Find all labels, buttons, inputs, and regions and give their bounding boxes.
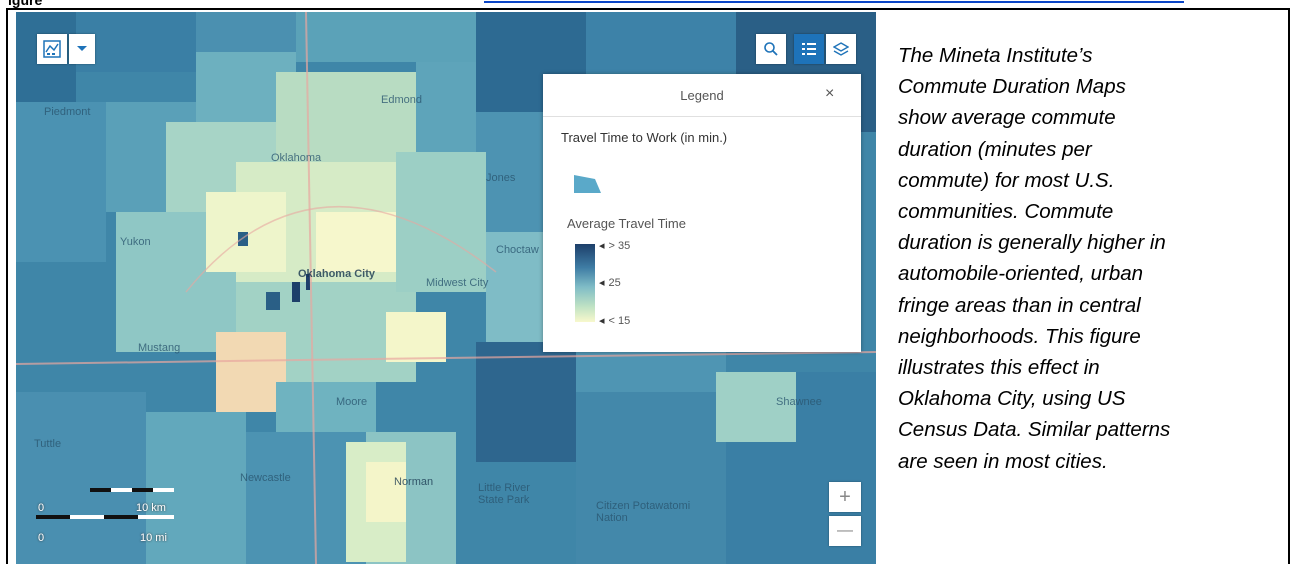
caption-line: automobile-oriented, urban [898,262,1144,286]
figure-heading: igure [8,0,43,8]
search-button[interactable] [756,34,786,64]
caption-line: illustrates this effect in [898,356,1100,380]
legend-stop-mid: 25 [599,276,621,289]
caption-line: Census Data. Similar patterns [898,418,1171,442]
scale-km-label: 10 km [136,502,166,514]
caption-line: Oklahoma City, using US [898,387,1126,411]
map-label-jones: Jones [486,172,516,184]
legend-stop-high: > 35 [599,239,631,252]
tract [196,12,296,52]
caption-line: show average commute [898,106,1116,130]
basemap-dropdown-button[interactable] [69,34,95,64]
map-label-choctaw: Choctaw [496,244,539,256]
map-label-tuttle: Tuttle [34,438,62,450]
map-label-oklahoma-city: Oklahoma City [298,268,376,280]
tract [296,12,476,62]
close-icon[interactable]: × [825,85,834,103]
basemap-icon [43,40,61,58]
map-label-moore: Moore [336,396,368,408]
legend-symbol-swatch [574,175,601,193]
scale-km-zero: 0 [38,502,45,514]
map-view[interactable]: Oklahoma Oklahoma City Edmond Piedmont Y… [16,12,876,564]
tract [16,262,116,392]
zoom-in-button[interactable]: + [829,482,861,512]
basemap-toggle-button[interactable] [37,34,67,64]
legend-title: Legend [680,88,724,103]
legend-list-icon [802,43,816,55]
map-label-norman: Norman [394,476,434,488]
scale-mi-zero: 0 [38,532,45,544]
chevron-down-icon [77,46,87,51]
caption-line: communities. Commute [898,200,1114,224]
tract [238,232,248,246]
map-label-yukon: Yukon [120,236,151,248]
caption-line: neighborhoods. This figure [898,324,1141,348]
scale-bar [36,488,174,519]
tract [586,12,736,72]
legend-button[interactable] [794,34,824,64]
tract [576,392,726,564]
tract [266,292,280,310]
zoom-out-button[interactable]: — [829,516,861,546]
tract [366,462,406,522]
caption-line: fringe areas than in central [898,293,1141,317]
caption-line: duration (minutes per [898,137,1092,161]
caption-text: The Mineta Institute’s Commute Duration … [898,40,1288,477]
legend-layer-title: Travel Time to Work (in min.) [561,130,728,145]
map-label-oklahoma: Oklahoma [271,152,322,164]
tract [292,282,300,302]
caption-line: are seen in most cities. [898,449,1108,473]
search-icon [764,42,778,56]
tract [276,72,416,162]
layers-icon [833,42,849,56]
figure-heading-link[interactable] [484,0,1184,3]
legend-color-ramp [575,244,595,322]
map-label-citizen-potawatomi-nation: Citizen Potawatomi Nation [596,500,691,524]
tract [416,62,476,152]
tract [386,312,446,362]
legend-header: Legend × [543,74,861,117]
tract [216,332,286,412]
caption-line: commute) for most U.S. [898,168,1115,192]
caption-line: duration is generally higher in [898,231,1166,255]
legend-field-title: Average Travel Time [567,216,686,231]
scale-mi-label: 10 mi [140,532,167,544]
map-label-newcastle: Newcastle [240,472,291,484]
legend-panel: Legend × Travel Time to Work (in min.) A… [543,74,861,352]
map-label-shawnee: Shawnee [776,396,822,408]
layers-button[interactable] [826,34,856,64]
legend-stop-low: < 15 [599,314,631,327]
tract [476,342,576,462]
map-label-piedmont: Piedmont [44,106,91,118]
caption-line: The Mineta Institute’s [898,44,1093,67]
map-label-mustang: Mustang [138,342,181,354]
map-label-little-river-state-park: Little River State Park [478,482,530,506]
tract [316,212,396,272]
caption-line: Commute Duration Maps [898,75,1126,99]
map-label-midwest-city: Midwest City [426,277,489,289]
map-label-edmond: Edmond [381,94,422,106]
tract [396,152,486,292]
tract [16,102,106,262]
